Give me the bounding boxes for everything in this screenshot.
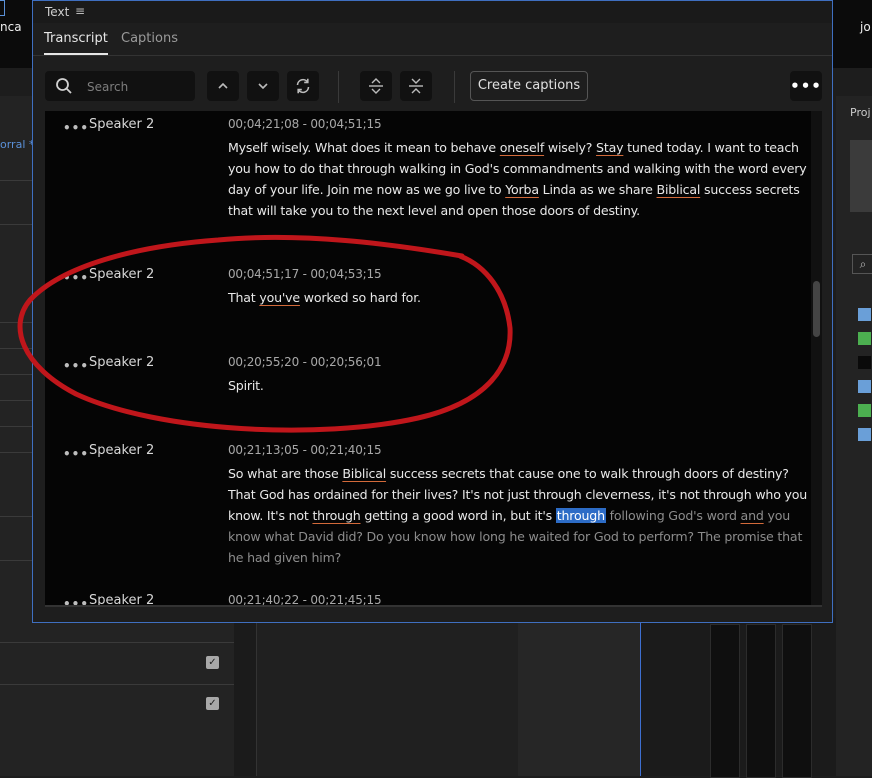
background-timeline-gap bbox=[518, 618, 640, 776]
highlighted-word[interactable]: through bbox=[555, 508, 606, 523]
transcript-word-run[interactable]: wisely? bbox=[544, 140, 596, 155]
speaker-label[interactable]: Speaker 2 bbox=[89, 593, 154, 605]
panel-tabs: Transcript Captions bbox=[33, 25, 832, 56]
transcript-word-run[interactable]: oneself bbox=[500, 140, 544, 155]
tab-captions[interactable]: Captions bbox=[121, 31, 178, 46]
search-icon bbox=[56, 78, 72, 94]
expand-icon bbox=[369, 78, 383, 94]
panel-title: Text bbox=[45, 5, 70, 19]
transcript-word-run[interactable]: getting a good word in, but it's bbox=[361, 508, 556, 523]
segment-text[interactable]: Myself wisely. What does it mean to beha… bbox=[228, 137, 808, 221]
replace-button[interactable] bbox=[287, 71, 319, 101]
transcript-word-run[interactable]: through bbox=[312, 508, 360, 523]
previous-result-button[interactable] bbox=[207, 71, 239, 101]
background-checkbox[interactable]: ✓ bbox=[206, 697, 219, 710]
next-result-button[interactable] bbox=[247, 71, 279, 101]
transcript-toolbar: Create captions ••• bbox=[33, 59, 832, 111]
background-audio-meter bbox=[746, 624, 776, 778]
transcript-word-run[interactable]: and bbox=[741, 508, 764, 523]
refresh-icon bbox=[296, 78, 310, 94]
segment-text[interactable]: That you've worked so hard for. bbox=[228, 287, 808, 308]
background-label-swatch bbox=[858, 332, 871, 345]
transcript-word-run[interactable]: Spirit. bbox=[228, 378, 264, 393]
transcript-word-run[interactable]: So what are those bbox=[228, 466, 342, 481]
segment-text[interactable]: So what are those Biblical success secre… bbox=[228, 463, 808, 568]
transcript-scrollbar[interactable] bbox=[811, 111, 822, 605]
transcript-word-run[interactable]: Stay bbox=[596, 140, 624, 155]
more-options-button[interactable]: ••• bbox=[790, 71, 822, 101]
background-label-swatch bbox=[858, 404, 871, 417]
segment-menu-icon[interactable]: ••• bbox=[63, 271, 89, 285]
toolbar-divider bbox=[454, 71, 455, 103]
segment-timecode: 00;04;51;17 - 00;04;53;15 bbox=[228, 267, 382, 281]
scrollbar-thumb[interactable] bbox=[813, 281, 820, 337]
chevron-down-icon bbox=[258, 83, 268, 90]
segment-text[interactable]: Spirit. bbox=[228, 375, 808, 396]
segment-menu-icon[interactable]: ••• bbox=[63, 597, 89, 605]
chevron-up-icon bbox=[218, 82, 228, 89]
transcript-word-run[interactable]: Biblical bbox=[657, 182, 701, 197]
search-input[interactable] bbox=[85, 74, 194, 100]
segment-timecode: 00;04;21;08 - 00;04;51;15 bbox=[228, 117, 382, 131]
background-project-thumbnail bbox=[850, 140, 872, 212]
transcript-word-run[interactable]: worked so hard for. bbox=[300, 290, 421, 305]
background-timeline-track-area bbox=[256, 618, 519, 776]
transcript-word-run[interactable]: following God's word bbox=[606, 508, 741, 523]
collapse-segments-button[interactable] bbox=[400, 71, 432, 101]
transcript-word-run[interactable]: Biblical bbox=[342, 466, 386, 481]
segment-menu-icon[interactable]: ••• bbox=[63, 359, 89, 373]
segment-timecode: 00;21;40;22 - 00;21;45;15 bbox=[228, 593, 382, 605]
background-audio-meter bbox=[782, 624, 812, 778]
segment-timecode: 00;21;13;05 - 00;21;40;15 bbox=[228, 443, 382, 457]
background-top-right-text: jo bbox=[860, 20, 871, 34]
text-panel: Text ≡ Transcript Captions Search Create… bbox=[32, 0, 833, 623]
background-label-swatch bbox=[858, 308, 871, 321]
background-playhead-line bbox=[640, 618, 641, 776]
expand-segments-button[interactable] bbox=[360, 71, 392, 101]
panel-header[interactable]: Text ≡ bbox=[33, 1, 832, 23]
speaker-label[interactable]: Speaker 2 bbox=[89, 117, 154, 132]
background-label-swatch bbox=[858, 428, 871, 441]
background-selection-edge bbox=[0, 0, 5, 16]
toolbar-divider bbox=[338, 71, 339, 103]
transcript-word-run[interactable]: Linda as we share bbox=[539, 182, 657, 197]
background-checkbox[interactable]: ✓ bbox=[206, 656, 219, 669]
speaker-label[interactable]: Speaker 2 bbox=[89, 267, 154, 282]
segment-menu-icon[interactable]: ••• bbox=[63, 447, 89, 461]
transcript-word-run[interactable]: you've bbox=[259, 290, 300, 305]
hamburger-menu-icon[interactable]: ≡ bbox=[75, 4, 85, 18]
tab-transcript[interactable]: Transcript bbox=[44, 31, 108, 55]
transcript-word-run[interactable]: That bbox=[228, 290, 259, 305]
background-audio-meter bbox=[710, 624, 740, 778]
more-options-icon: ••• bbox=[790, 77, 822, 95]
collapse-icon bbox=[409, 78, 423, 94]
transcript-word-run[interactable]: Myself wisely. What does it mean to beha… bbox=[228, 140, 500, 155]
background-label-swatch bbox=[858, 380, 871, 393]
background-search-icon[interactable]: ⌕ bbox=[852, 254, 872, 274]
create-captions-button[interactable]: Create captions bbox=[470, 71, 588, 101]
transcript-list[interactable]: ••• Speaker 2 00;04;21;08 - 00;04;51;15 Mys… bbox=[45, 111, 822, 605]
speaker-label[interactable]: Speaker 2 bbox=[89, 443, 154, 458]
search-box[interactable] bbox=[45, 71, 195, 101]
background-label-swatch bbox=[858, 356, 871, 369]
transcript-word-run[interactable]: Yorba bbox=[505, 182, 539, 197]
segment-timecode: 00;20;55;20 - 00;20;56;01 bbox=[228, 355, 382, 369]
background-top-left-text: nca bbox=[0, 20, 22, 34]
segment-menu-icon[interactable]: ••• bbox=[63, 121, 89, 135]
panel-bottom-edge bbox=[45, 605, 822, 607]
background-project-label: Proj bbox=[850, 106, 871, 119]
speaker-label[interactable]: Speaker 2 bbox=[89, 355, 154, 370]
